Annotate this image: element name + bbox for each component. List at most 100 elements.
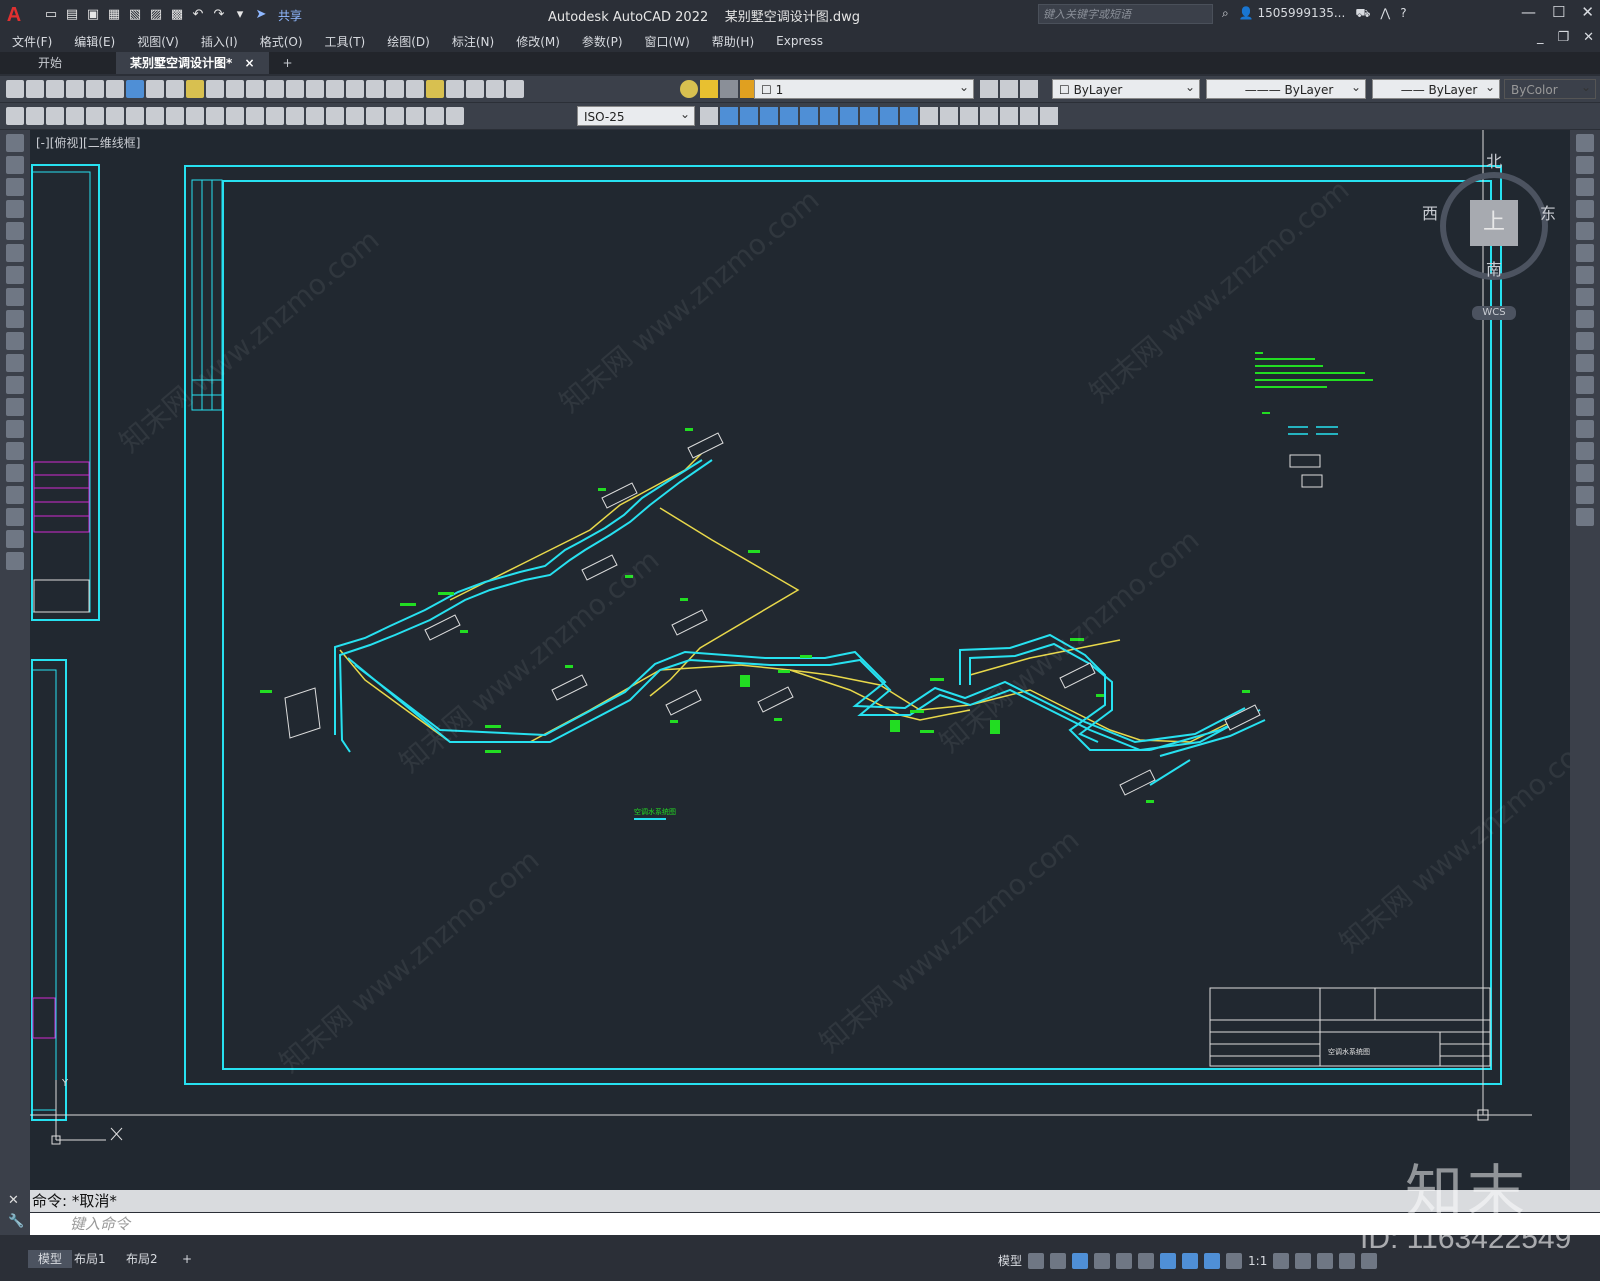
construction-line-icon[interactable] — [6, 156, 24, 174]
light-bulb-icon[interactable] — [680, 80, 698, 98]
menu-dimension[interactable]: 标注(N) — [452, 33, 494, 50]
rectangle-icon[interactable] — [6, 222, 24, 240]
copy-icon[interactable] — [166, 80, 184, 98]
dim-style-manager-icon[interactable] — [700, 107, 718, 125]
menu-help[interactable]: 帮助(H) — [712, 33, 754, 50]
doc-restore-icon[interactable]: ❐ — [1557, 30, 1569, 45]
save-sheet-icon[interactable]: ▨ — [147, 6, 165, 24]
help-icon[interactable]: ? — [1400, 6, 1406, 22]
make-current-icon[interactable] — [980, 80, 998, 98]
drawing-canvas[interactable]: [-][俯视][二维线框] 空调水系统图 空调水系统图 Y 北 南 西 东 上 … — [30, 130, 1570, 1190]
publish-icon[interactable] — [106, 80, 124, 98]
menu-view[interactable]: 视图(V) — [137, 33, 179, 50]
isolate-objects-icon[interactable] — [1317, 1252, 1334, 1269]
radius-icon[interactable] — [146, 107, 164, 125]
stretch-icon[interactable] — [1576, 310, 1594, 328]
ucs-object-icon[interactable] — [1000, 107, 1018, 125]
redo-icon[interactable]: ↷ — [210, 6, 228, 24]
aligned-dim-icon[interactable] — [86, 107, 104, 125]
multiline-text-icon[interactable] — [6, 530, 24, 548]
open-icon[interactable]: ▤ — [63, 6, 81, 24]
center-mark-icon[interactable] — [346, 107, 364, 125]
wcs-menu[interactable]: WCS — [1472, 306, 1516, 320]
workspace-gear-icon[interactable] — [1273, 1252, 1290, 1269]
view-ne-iso-icon[interactable] — [880, 107, 898, 125]
jogged-linear-icon[interactable] — [386, 107, 404, 125]
close-command-icon[interactable]: ✕ — [0, 1190, 30, 1211]
polyline-icon[interactable] — [6, 178, 24, 196]
mirror-icon[interactable] — [1576, 178, 1594, 196]
design-center-icon[interactable] — [386, 80, 404, 98]
calculator-icon[interactable] — [466, 80, 484, 98]
menu-window[interactable]: 窗口(W) — [645, 33, 690, 50]
pan-icon[interactable] — [286, 80, 304, 98]
inspect-icon[interactable] — [366, 107, 384, 125]
menu-tools[interactable]: 工具(T) — [325, 33, 366, 50]
save-icon[interactable] — [46, 80, 64, 98]
close-icon[interactable]: ✕ — [1581, 3, 1594, 21]
spline-icon[interactable] — [6, 310, 24, 328]
doc-close-icon[interactable]: ✕ — [1583, 30, 1594, 45]
redo-icon[interactable] — [266, 80, 284, 98]
plot-icon[interactable]: ▩ — [168, 6, 186, 24]
view-se-iso-icon[interactable] — [860, 107, 878, 125]
annotation-scale[interactable]: 1:1 — [1248, 1254, 1267, 1268]
blend-curves-icon[interactable] — [1576, 486, 1594, 504]
minimize-icon[interactable]: — — [1521, 3, 1536, 21]
ellipse-icon[interactable] — [6, 332, 24, 350]
share-icon[interactable]: ➤ — [252, 6, 270, 24]
view-right-icon[interactable] — [780, 107, 798, 125]
clean-screen-icon[interactable] — [1339, 1252, 1356, 1269]
hatch-icon[interactable] — [6, 442, 24, 460]
break-icon[interactable] — [1576, 398, 1594, 416]
properties-icon[interactable] — [366, 80, 384, 98]
point-icon[interactable] — [6, 420, 24, 438]
open-sheet-icon[interactable]: ▧ — [126, 6, 144, 24]
baseline-icon[interactable] — [246, 107, 264, 125]
menu-insert[interactable]: 插入(I) — [201, 33, 238, 50]
fillet-icon[interactable] — [1576, 464, 1594, 482]
menu-modify[interactable]: 修改(M) — [516, 33, 560, 50]
dimstyle-dropdown[interactable]: ISO-25 — [577, 104, 695, 126]
tolerance-icon[interactable] — [326, 107, 344, 125]
new-icon[interactable] — [6, 80, 24, 98]
extend-icon[interactable] — [1576, 354, 1594, 372]
view-nw-iso-icon[interactable] — [900, 107, 918, 125]
sun-icon[interactable] — [700, 80, 718, 98]
break-at-point-icon[interactable] — [1576, 376, 1594, 394]
angular-icon[interactable] — [206, 107, 224, 125]
dim-edit-icon[interactable] — [406, 107, 424, 125]
view-left-icon[interactable] — [760, 107, 778, 125]
open-icon[interactable] — [26, 80, 44, 98]
gradient-icon[interactable] — [6, 464, 24, 482]
region-icon[interactable] — [6, 486, 24, 504]
object-snap-icon[interactable] — [1160, 1252, 1177, 1269]
move-icon[interactable] — [1576, 244, 1594, 262]
layout-tab-1[interactable]: 布局1 — [64, 1250, 116, 1268]
linear-dim-icon[interactable] — [66, 107, 84, 125]
dim-break-icon[interactable] — [306, 107, 324, 125]
plotstyle-dropdown[interactable]: ByColor — [1504, 77, 1596, 99]
table-icon[interactable] — [6, 508, 24, 526]
view-front-icon[interactable] — [800, 107, 818, 125]
menu-format[interactable]: 格式(O) — [260, 33, 303, 50]
markup-icon[interactable] — [446, 80, 464, 98]
zoom-previous-icon[interactable] — [346, 80, 364, 98]
layer-dropdown[interactable]: ☐ 1 — [754, 77, 974, 99]
paste-icon[interactable] — [186, 80, 204, 98]
dim-update-icon[interactable] — [26, 107, 44, 125]
add-icon[interactable] — [1295, 1252, 1312, 1269]
workspace-icon[interactable] — [6, 107, 24, 125]
chamfer-icon[interactable] — [1576, 442, 1594, 460]
tab-close-icon[interactable]: × — [244, 56, 254, 70]
join-icon[interactable] — [1576, 420, 1594, 438]
zoom-window-icon[interactable] — [326, 80, 344, 98]
diameter-icon[interactable] — [186, 107, 204, 125]
continue-icon[interactable] — [266, 107, 284, 125]
add-selected-icon[interactable] — [6, 552, 24, 570]
save-icon[interactable]: ▣ — [84, 6, 102, 24]
linetype-dropdown[interactable]: ——— ByLayer — [1206, 77, 1366, 99]
menu-draw[interactable]: 绘图(D) — [387, 33, 430, 50]
zoom-realtime-icon[interactable] — [306, 80, 324, 98]
autocad-logo-icon[interactable]: A — [0, 1, 28, 29]
